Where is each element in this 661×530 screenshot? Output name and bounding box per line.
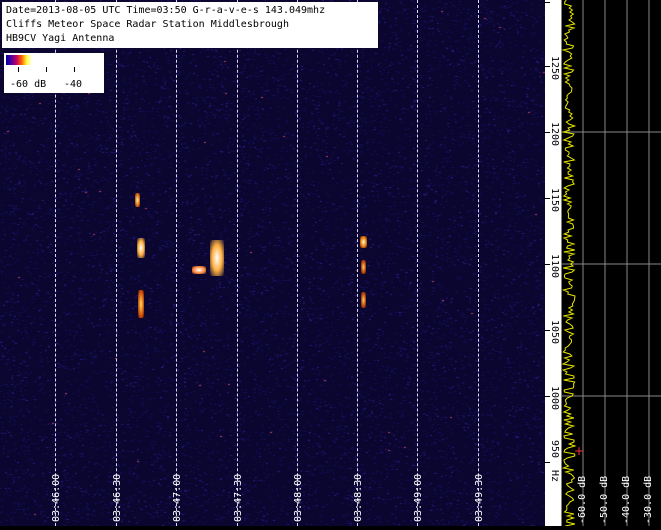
meteor-echo	[361, 260, 366, 274]
time-gridline	[116, 0, 117, 526]
meteor-echo	[360, 236, 367, 248]
freq-unit-label: Hz	[549, 470, 560, 483]
freq-label: 1250	[549, 56, 560, 81]
legend-low-label: -60 dB	[10, 79, 47, 90]
axis-tick	[545, 2, 550, 3]
legend-high-label: -40	[64, 79, 83, 90]
legend-tick	[46, 67, 47, 72]
time-label: 03:47:00	[172, 473, 183, 522]
time-label: 03:48:30	[353, 473, 364, 522]
spectrum-plot: +	[560, 0, 661, 527]
freq-label: 1150	[549, 188, 560, 213]
time-label: 03:49:00	[413, 473, 424, 522]
meteor-echo	[138, 290, 144, 318]
meteor-echo	[192, 266, 206, 274]
legend-tick	[18, 67, 19, 72]
freq-label: 1050	[549, 320, 560, 345]
frequency-axis: 1250 1200 1150 1100 1050 1000 950 Hz	[545, 0, 561, 526]
freq-label: 950	[549, 440, 560, 459]
time-gridline	[417, 0, 418, 526]
freq-label: 1100	[549, 254, 560, 279]
freq-label: 1200	[549, 122, 560, 147]
axis-tick	[545, 462, 550, 463]
legend-tick	[74, 67, 75, 72]
db-label: -30.0 dB	[643, 475, 654, 524]
time-gridline	[176, 0, 177, 526]
waterfall-spectrogram: 03:46:00 03:46:30 03:47:00 03:47:30 03:4…	[0, 0, 545, 526]
time-label: 03:48:00	[293, 473, 304, 522]
time-gridline	[357, 0, 358, 526]
meteor-echo	[361, 292, 366, 308]
spectrum-panel: + -60.0 dB -50.0 dB -40.0 dB -30.0 dB	[560, 0, 661, 527]
db-label: -50.0 dB	[599, 475, 610, 524]
meteor-echo	[210, 240, 224, 276]
color-scale-bar	[6, 55, 32, 65]
time-gridline	[297, 0, 298, 526]
info-date-line: Date=2013-08-05 UTC Time=03:50 G-r-a-v-e…	[6, 5, 326, 16]
time-label: 03:46:30	[112, 473, 123, 522]
marker-cross: +	[574, 444, 584, 458]
meteor-echo	[137, 238, 145, 258]
db-label: -60.0 dB	[577, 475, 588, 524]
info-box: Date=2013-08-05 UTC Time=03:50 G-r-a-v-e…	[2, 2, 378, 48]
freq-label: 1000	[549, 386, 560, 411]
info-antenna-line: HB9CV Yagi Antenna	[6, 33, 115, 44]
db-label: -40.0 dB	[621, 475, 632, 524]
time-label: 03:46:00	[51, 473, 62, 522]
time-gridline	[237, 0, 238, 526]
color-scale-legend: -60 dB -40	[4, 53, 104, 93]
meteor-echo	[135, 193, 140, 207]
time-label: 03:47:30	[233, 473, 244, 522]
time-gridline	[478, 0, 479, 526]
info-station-line: Cliffs Meteor Space Radar Station Middle…	[6, 19, 289, 30]
time-label: 03:49:30	[474, 473, 485, 522]
